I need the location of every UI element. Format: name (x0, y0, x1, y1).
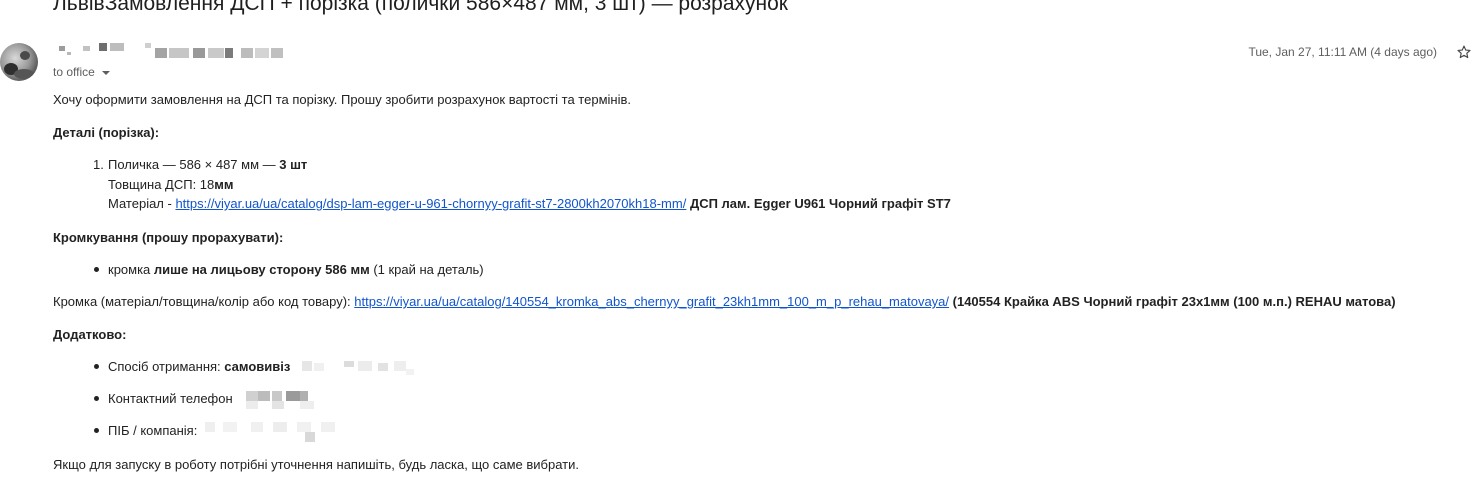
email-date: Tue, Jan 27, 11:11 AM (4 days ago) (1248, 45, 1437, 59)
edge-material-line: Кромка (матеріал/товщина/колір або код т… (53, 292, 1396, 312)
item-quantity: 3 шт (279, 157, 308, 172)
chevron-down-icon (101, 70, 110, 75)
recipient-details-toggle[interactable]: to office (53, 65, 110, 79)
sender-name-redacted (53, 42, 288, 58)
edge-link[interactable]: https://viyar.ua/ua/catalog/140554_kromk… (354, 294, 949, 309)
name-label: ПІБ / компанія: (108, 423, 198, 438)
edging-text: кромка (108, 262, 154, 277)
bullet-icon (94, 267, 99, 272)
phone-label: Контактний телефон (108, 391, 233, 406)
star-button[interactable] (1453, 41, 1475, 63)
avatar-shape (14, 69, 34, 79)
edging-side: лише на лицьову сторону 586 мм (153, 262, 370, 277)
bullet-icon (94, 364, 99, 369)
phone-redacted (236, 390, 336, 409)
edging-heading: Кромкування (прошу прорахувати): (53, 230, 284, 245)
avatar-shape (20, 51, 30, 60)
recipient-label: to office (53, 65, 95, 79)
edge-material-label: Кромка (матеріал/товщина/колір або код т… (53, 294, 355, 309)
edge-name: (140554 Крайка ABS Чорний графіт 23х1мм … (949, 294, 1396, 309)
avatar[interactable] (0, 43, 38, 81)
bullet-icon (94, 396, 99, 401)
thickness-unit: мм (214, 177, 234, 192)
list-number: 1. (93, 157, 104, 172)
pickup-label: Спосіб отримання: (108, 359, 225, 374)
material-link[interactable]: https://viyar.ua/ua/catalog/dsp-lam-egge… (175, 196, 686, 211)
pickup-value: самовивіз (224, 359, 291, 374)
edging-note: (1 край на деталь) (369, 262, 484, 277)
details-heading: Деталі (порізка): (53, 125, 160, 140)
name-redacted (201, 421, 351, 442)
email-subject: ЛьвівЗамовлення ДСП + порізка (полички 5… (53, 0, 788, 15)
material-label: Матеріал - (108, 196, 176, 211)
intro-paragraph: Хочу оформити замовлення на ДСП та поріз… (53, 92, 631, 107)
pickup-redacted (294, 360, 416, 375)
star-icon (1457, 45, 1471, 59)
closing-paragraph: Якщо для запуску в роботу потрібні уточн… (53, 457, 579, 472)
material-name: ДСП лам. Egger U961 Чорний графіт ST7 (686, 196, 951, 211)
bullet-icon (94, 428, 99, 433)
thickness-text: Товщина ДСП: 18 (108, 177, 215, 192)
additional-heading: Додатково: (53, 327, 127, 342)
item-size-text: Поличка — 586 × 487 мм — (108, 157, 280, 172)
